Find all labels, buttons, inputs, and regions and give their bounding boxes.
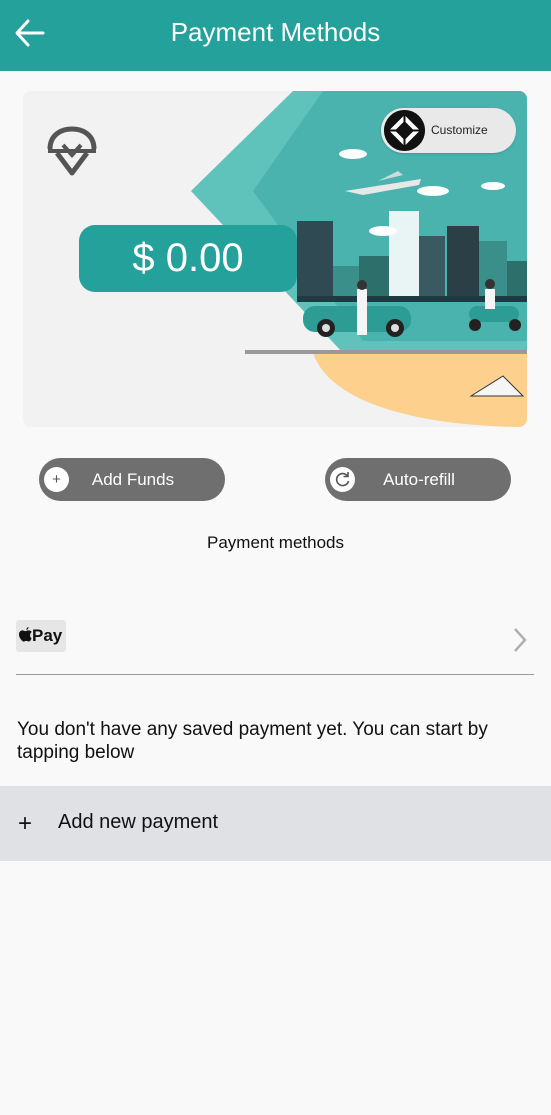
payment-methods-heading: Payment methods (206, 533, 344, 552)
add-new-payment-button[interactable]: + Add new payment (0, 786, 551, 861)
apple-logo-icon (19, 627, 32, 642)
add-funds-button[interactable]: + Add Funds (39, 458, 225, 501)
palette-icon (384, 110, 425, 151)
add-new-payment-label: Add new payment (58, 811, 219, 833)
page-title: Payment Methods (170, 17, 381, 47)
customize-label: Customize (431, 123, 488, 137)
apple-pay-badge: Pay (16, 620, 66, 652)
top-app-bar: Payment Methods (0, 0, 551, 71)
plus-icon: + (18, 810, 33, 837)
balance-amount: $ 0.00 (79, 225, 297, 292)
apple-pay-row[interactable]: Pay (16, 606, 534, 675)
balance-card: $ 0.00 Customize (23, 91, 527, 427)
auto-refill-label: Auto-refill (383, 470, 455, 489)
brand-logo-icon (47, 126, 97, 176)
chevron-right-icon (514, 628, 527, 652)
auto-refill-button[interactable]: Auto-refill (325, 458, 511, 501)
empty-payments-message: You don't have any saved payment yet. Yo… (17, 719, 488, 763)
add-funds-label: Add Funds (91, 470, 175, 489)
customize-button[interactable]: Customize (381, 108, 516, 153)
apple-pay-label: Pay (32, 626, 63, 645)
